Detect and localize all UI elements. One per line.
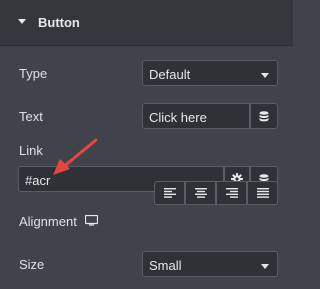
link-input-value: #acr xyxy=(25,173,51,188)
alignment-label: Alignment xyxy=(19,214,77,229)
text-label: Text xyxy=(19,109,43,124)
text-dynamic-tags-button[interactable] xyxy=(250,103,278,129)
chevron-down-icon xyxy=(261,264,269,269)
section-title: Button xyxy=(38,15,80,30)
text-input[interactable]: Click here xyxy=(142,103,250,129)
section-header-button[interactable]: Button xyxy=(0,0,293,46)
link-label: Link xyxy=(19,143,43,158)
align-right-button[interactable] xyxy=(216,181,247,205)
align-left-button[interactable] xyxy=(154,181,185,205)
annotation-arrow-icon xyxy=(53,138,98,175)
justify-button[interactable] xyxy=(247,181,278,205)
align-left-icon xyxy=(163,188,176,198)
monitor-icon xyxy=(85,215,98,226)
align-center-icon xyxy=(194,188,207,198)
type-label: Type xyxy=(19,66,48,81)
justify-icon xyxy=(256,188,269,198)
text-input-value: Click here xyxy=(149,110,207,125)
type-select-value: Default xyxy=(149,67,191,82)
size-select-value: Small xyxy=(149,258,182,273)
chevron-down-icon xyxy=(261,73,269,78)
align-center-button[interactable] xyxy=(185,181,216,205)
size-label: Size xyxy=(19,257,45,272)
align-right-icon xyxy=(225,188,238,198)
size-select[interactable]: Small xyxy=(142,251,278,277)
database-icon xyxy=(259,110,269,121)
caret-down-icon xyxy=(18,19,26,24)
type-select[interactable]: Default xyxy=(142,60,278,86)
